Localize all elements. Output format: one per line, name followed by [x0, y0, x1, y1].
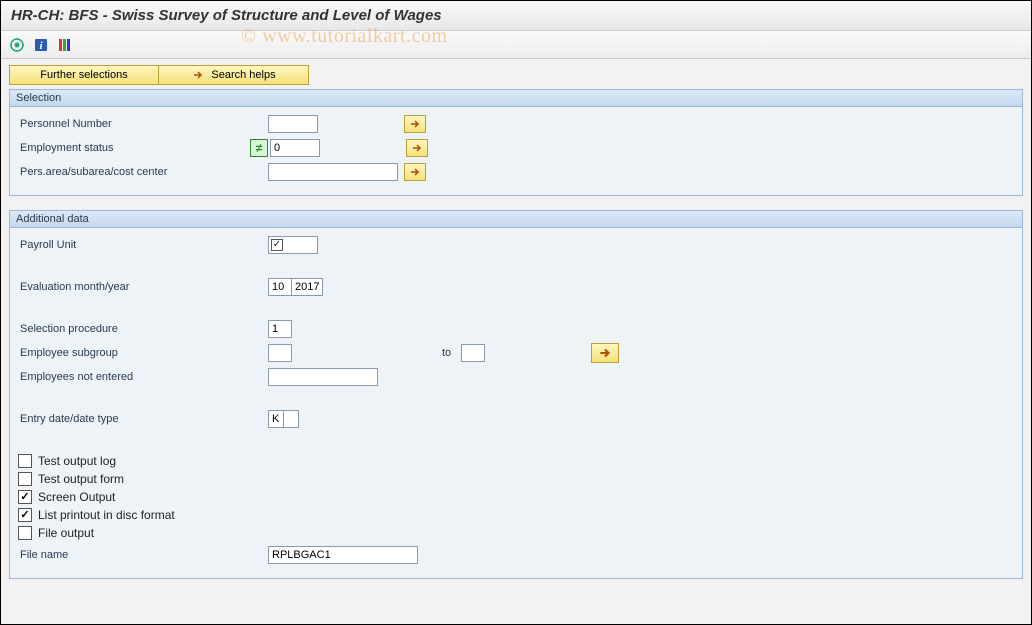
- app-toolbar: i © www.tutorialkart.com: [1, 31, 1031, 59]
- test-output-log-checkbox[interactable]: [18, 454, 32, 468]
- personnel-number-multi-button[interactable]: [404, 115, 426, 133]
- window-title: HR-CH: BFS - Swiss Survey of Structure a…: [1, 1, 1031, 31]
- screen-output-label: Screen Output: [38, 490, 115, 504]
- eval-month-input[interactable]: [268, 278, 292, 296]
- test-output-log-label: Test output log: [38, 454, 116, 468]
- search-helps-button[interactable]: Search helps: [159, 65, 309, 85]
- execute-icon[interactable]: [9, 37, 25, 53]
- employment-status-input[interactable]: [270, 139, 320, 157]
- employment-status-label: Employment status: [18, 142, 250, 154]
- eval-month-year-label: Evaluation month/year: [18, 281, 268, 293]
- list-printout-label: List printout in disc format: [38, 508, 175, 522]
- file-name-input[interactable]: [268, 546, 418, 564]
- employee-subgroup-from-input[interactable]: [268, 344, 292, 362]
- list-printout-checkbox[interactable]: [18, 508, 32, 522]
- required-check-icon: ✓: [271, 239, 283, 251]
- info-icon[interactable]: i: [33, 37, 49, 53]
- color-legend-icon[interactable]: [57, 37, 73, 53]
- file-output-label: File output: [38, 526, 94, 540]
- pers-area-multi-button[interactable]: [404, 163, 426, 181]
- additional-data-header: Additional data: [10, 211, 1022, 228]
- selection-procedure-label: Selection procedure: [18, 323, 268, 335]
- selection-panel: Selection Personnel Number Employment st…: [9, 89, 1023, 196]
- search-helps-label: Search helps: [211, 69, 275, 81]
- file-output-checkbox[interactable]: [18, 526, 32, 540]
- entry-date-label: Entry date/date type: [18, 413, 268, 425]
- further-selections-label: Further selections: [40, 69, 127, 81]
- eval-year-input[interactable]: [291, 278, 323, 296]
- employees-not-entered-label: Employees not entered: [18, 371, 268, 383]
- employees-not-entered-input[interactable]: [268, 368, 378, 386]
- file-name-label: File name: [18, 549, 268, 561]
- arrow-right-icon: [191, 68, 205, 82]
- additional-data-panel: Additional data Payroll Unit ✓ Evaluatio…: [9, 210, 1023, 579]
- personnel-number-input[interactable]: [268, 115, 318, 133]
- not-equal-icon[interactable]: ≠: [250, 139, 268, 157]
- employment-status-multi-button[interactable]: [406, 139, 428, 157]
- entry-date-v1-input[interactable]: [268, 410, 284, 428]
- main-content: Further selections Search helps Selectio…: [1, 59, 1031, 599]
- screen-output-checkbox[interactable]: [18, 490, 32, 504]
- employee-subgroup-to-input[interactable]: [461, 344, 485, 362]
- personnel-number-label: Personnel Number: [18, 118, 268, 130]
- selection-procedure-input[interactable]: [268, 320, 292, 338]
- pers-area-label: Pers.area/subarea/cost center: [18, 166, 268, 178]
- pers-area-input[interactable]: [268, 163, 398, 181]
- selection-header: Selection: [10, 90, 1022, 107]
- test-output-form-checkbox[interactable]: [18, 472, 32, 486]
- selection-buttons: Further selections Search helps: [9, 65, 1023, 85]
- test-output-form-label: Test output form: [38, 472, 124, 486]
- employee-subgroup-label: Employee subgroup: [18, 347, 268, 359]
- entry-date-v2-input[interactable]: [283, 410, 299, 428]
- to-label: to: [442, 347, 451, 359]
- further-selections-button[interactable]: Further selections: [9, 65, 159, 85]
- payroll-unit-label: Payroll Unit: [18, 239, 268, 251]
- employee-subgroup-multi-button[interactable]: [591, 343, 619, 363]
